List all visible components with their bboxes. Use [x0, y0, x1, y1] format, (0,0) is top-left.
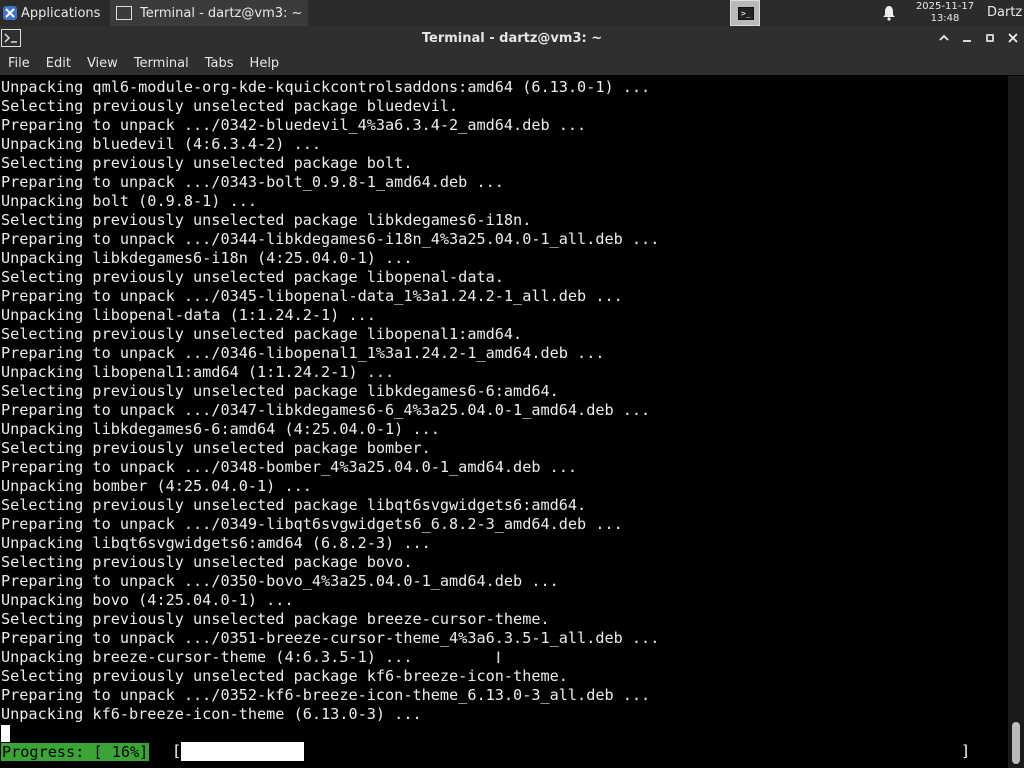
menu-edit[interactable]: Edit	[38, 56, 79, 71]
menu-tabs[interactable]: Tabs	[197, 56, 242, 71]
terminal-line: Unpacking bolt (0.9.8-1) ...	[1, 192, 258, 210]
terminal-line: Unpacking kf6-breeze-icon-theme (6.13.0-…	[1, 705, 422, 723]
terminal-line: Unpacking libopenal1:amd64 (1:1.24.2-1) …	[1, 363, 395, 381]
taskbar: Applications Terminal - dartz@vm3: ~ >_ …	[0, 0, 1024, 26]
terminal-line: Unpacking libkdegames6-i18n (4:25.04.0-1…	[1, 249, 413, 267]
terminal-line: Preparing to unpack .../0352-kf6-breeze-…	[1, 686, 651, 704]
clock-date: 2025-11-17	[915, 1, 975, 12]
progress-bar-fill	[181, 742, 304, 761]
terminal-output-area[interactable]: Unpacking qml6-module-org-kde-kquickcont…	[0, 76, 1008, 768]
terminal-line: Preparing to unpack .../0344-libkdegames…	[1, 230, 660, 248]
maximize-icon[interactable]	[982, 30, 998, 46]
terminal-line: Unpacking libopenal-data (1:1.24.2-1) ..…	[1, 306, 376, 324]
terminal-line: Preparing to unpack .../0343-bolt_0.9.8-…	[1, 173, 504, 191]
clock[interactable]: 2025-11-17 13:48	[905, 1, 985, 25]
terminal-line: Selecting previously unselected package …	[1, 610, 550, 628]
shade-icon[interactable]	[936, 30, 952, 46]
window-title: Terminal - dartz@vm3: ~	[421, 31, 603, 46]
terminal-line: Selecting previously unselected package …	[1, 154, 413, 172]
terminal-line: Unpacking qml6-module-org-kde-kquickcont…	[1, 78, 651, 96]
terminal-line: Preparing to unpack .../0348-bomber_4%3a…	[1, 458, 578, 476]
notification-bell-icon[interactable]	[881, 5, 897, 21]
terminal-line: Preparing to unpack .../0345-libopenal-d…	[1, 287, 623, 305]
terminal-line: Unpacking bluedevil (4:6.3.4-2) ...	[1, 135, 322, 153]
scrollbar-thumb[interactable]	[1012, 722, 1020, 764]
clock-time: 13:48	[930, 13, 960, 24]
workspace-1[interactable]: >_	[730, 0, 760, 26]
taskbar-window-terminal[interactable]: Terminal - dartz@vm3: ~	[110, 0, 308, 26]
progress-bar	[181, 742, 999, 761]
terminal-line: Selecting previously unselected package …	[1, 97, 459, 115]
terminal-line: Unpacking bovo (4:25.04.0-1) ...	[1, 591, 294, 609]
terminal-lines: Unpacking qml6-module-org-kde-kquickcont…	[1, 78, 659, 724]
terminal-line: Preparing to unpack .../0342-bluedevil_4…	[1, 116, 587, 134]
close-icon[interactable]	[1005, 30, 1021, 46]
terminal-line: Unpacking libqt6svgwidgets6:amd64 (6.8.2…	[1, 534, 431, 552]
user-menu[interactable]: Dartz	[987, 0, 1022, 26]
progress-label: Progress: [ 16%]	[1, 743, 150, 761]
terminal-line: Selecting previously unselected package …	[1, 439, 431, 457]
terminal-icon	[116, 6, 132, 20]
terminal-line: Preparing to unpack .../0351-breeze-curs…	[1, 629, 660, 647]
terminal-line: Unpacking bomber (4:25.04.0-1) ...	[1, 477, 312, 495]
terminal-line: Selecting previously unselected package …	[1, 667, 568, 685]
text-cursor-ibeam-icon: I	[496, 648, 501, 667]
menu-view[interactable]: View	[79, 56, 126, 71]
menu-help[interactable]: Help	[242, 56, 288, 71]
xfce-logo-icon	[3, 6, 17, 20]
terminal-line: Selecting previously unselected package …	[1, 553, 413, 571]
workspace-4[interactable]	[833, 0, 863, 26]
menu-terminal[interactable]: Terminal	[126, 56, 197, 71]
window-titlebar[interactable]: Terminal - dartz@vm3: ~	[0, 26, 1024, 51]
menu-bar: File Edit View Terminal Tabs Help	[0, 51, 1024, 75]
terminal-line: Selecting previously unselected package …	[1, 496, 587, 514]
terminal-line: Preparing to unpack .../0346-libopenal1_…	[1, 344, 605, 362]
terminal-line: Selecting previously unselected package …	[1, 211, 532, 229]
terminal-line: Preparing to unpack .../0350-bovo_4%3a25…	[1, 572, 559, 590]
workspace-2[interactable]	[767, 0, 797, 26]
progress-bracket-open: [	[172, 742, 182, 760]
taskbar-window-label: Terminal - dartz@vm3: ~	[140, 5, 303, 21]
terminal-line: Unpacking libkdegames6-6:amd64 (4:25.04.…	[1, 420, 440, 438]
terminal-icon: >_	[738, 7, 754, 20]
terminal-line: Selecting previously unselected package …	[1, 382, 559, 400]
terminal-line: Preparing to unpack .../0349-libqt6svgwi…	[1, 515, 623, 533]
terminal-line: Unpacking breeze-cursor-theme (4:6.3.5-1…	[1, 648, 413, 666]
terminal-scrollbar[interactable]	[1008, 76, 1024, 768]
terminal-cursor	[1, 725, 10, 742]
progress-bracket-close: ]	[961, 742, 971, 760]
applications-label: Applications	[21, 5, 101, 21]
applications-menu-button[interactable]: Applications	[0, 0, 100, 26]
workspace-3[interactable]	[800, 0, 830, 26]
terminal-line: Selecting previously unselected package …	[1, 268, 504, 286]
minimize-icon[interactable]	[959, 30, 975, 46]
terminal-line: Preparing to unpack .../0347-libkdegames…	[1, 401, 651, 419]
menu-file[interactable]: File	[0, 56, 38, 71]
terminal-line: Selecting previously unselected package …	[1, 325, 523, 343]
